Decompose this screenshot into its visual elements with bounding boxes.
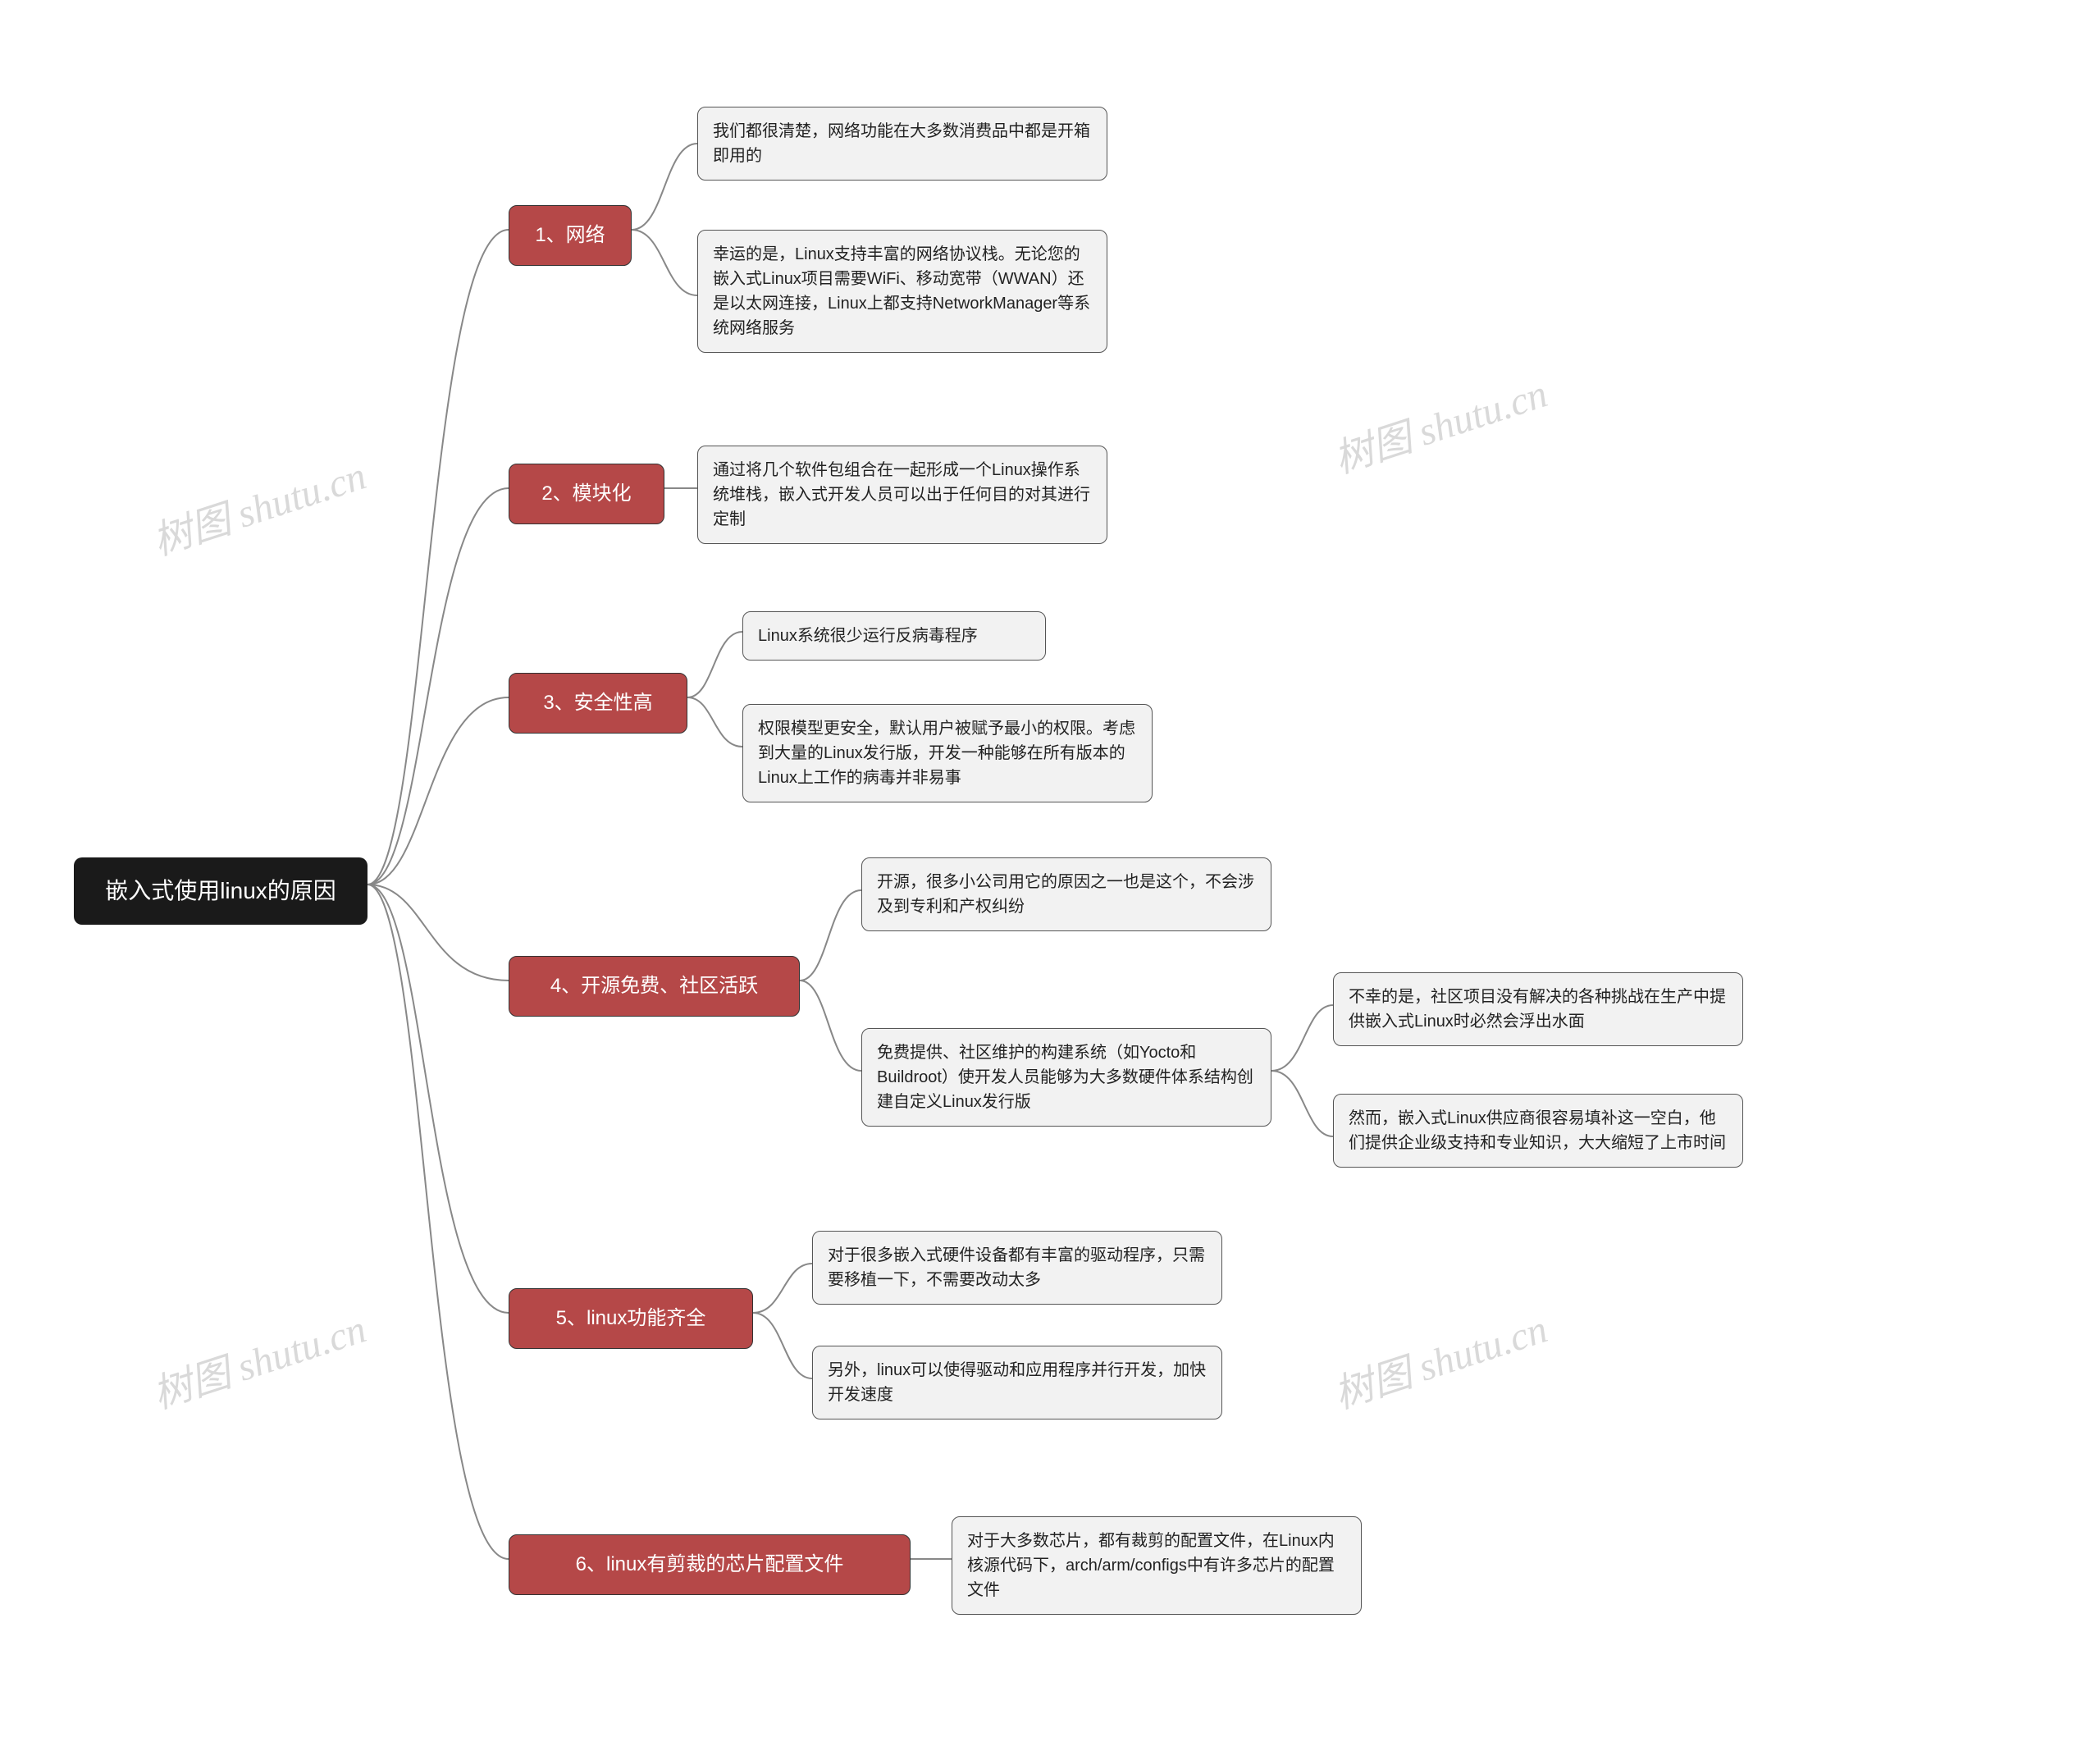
leaf-node: 对于大多数芯片，都有裁剪的配置文件，在Linux内核源代码下，arch/arm/… [952, 1516, 1362, 1615]
watermark: 树图 shutu.cn [1326, 361, 1554, 484]
leaf-node: 幸运的是，Linux支持丰富的网络协议栈。无论您的嵌入式Linux项目需要WiF… [697, 230, 1107, 353]
leaf-node: 我们都很清楚，网络功能在大多数消费品中都是开箱即用的 [697, 107, 1107, 181]
leaf-node: 不幸的是，社区项目没有解决的各种挑战在生产中提供嵌入式Linux时必然会浮出水面 [1333, 972, 1743, 1046]
leaf-node: Linux系统很少运行反病毒程序 [742, 611, 1046, 661]
leaf-node: 另外，linux可以使得驱动和应用程序并行开发，加快开发速度 [812, 1346, 1222, 1419]
branch-chipconfig: 6、linux有剪裁的芯片配置文件 [509, 1534, 911, 1595]
leaf-node: 对于很多嵌入式硬件设备都有丰富的驱动程序，只需要移植一下，不需要改动太多 [812, 1231, 1222, 1305]
leaf-node: 通过将几个软件包组合在一起形成一个Linux操作系统堆栈，嵌入式开发人员可以出于… [697, 446, 1107, 544]
watermark: 树图 shutu.cn [144, 1296, 372, 1419]
branch-functional: 5、linux功能齐全 [509, 1288, 753, 1349]
watermark: 树图 shutu.cn [1326, 1296, 1554, 1419]
leaf-node: 开源，很多小公司用它的原因之一也是这个，不会涉及到专利和产权纠纷 [861, 857, 1271, 931]
branch-security: 3、安全性高 [509, 673, 687, 734]
leaf-node: 免费提供、社区维护的构建系统（如Yocto和Buildroot）使开发人员能够为… [861, 1028, 1271, 1127]
branch-opensource: 4、开源免费、社区活跃 [509, 956, 800, 1017]
branch-modular: 2、模块化 [509, 464, 664, 524]
leaf-node: 然而，嵌入式Linux供应商很容易填补这一空白，他们提供企业级支持和专业知识，大… [1333, 1094, 1743, 1168]
watermark: 树图 shutu.cn [144, 443, 372, 566]
leaf-node: 权限模型更安全，默认用户被赋予最小的权限。考虑到大量的Linux发行版，开发一种… [742, 704, 1153, 802]
branch-network: 1、网络 [509, 205, 632, 266]
root-node: 嵌入式使用linux的原因 [74, 857, 368, 925]
